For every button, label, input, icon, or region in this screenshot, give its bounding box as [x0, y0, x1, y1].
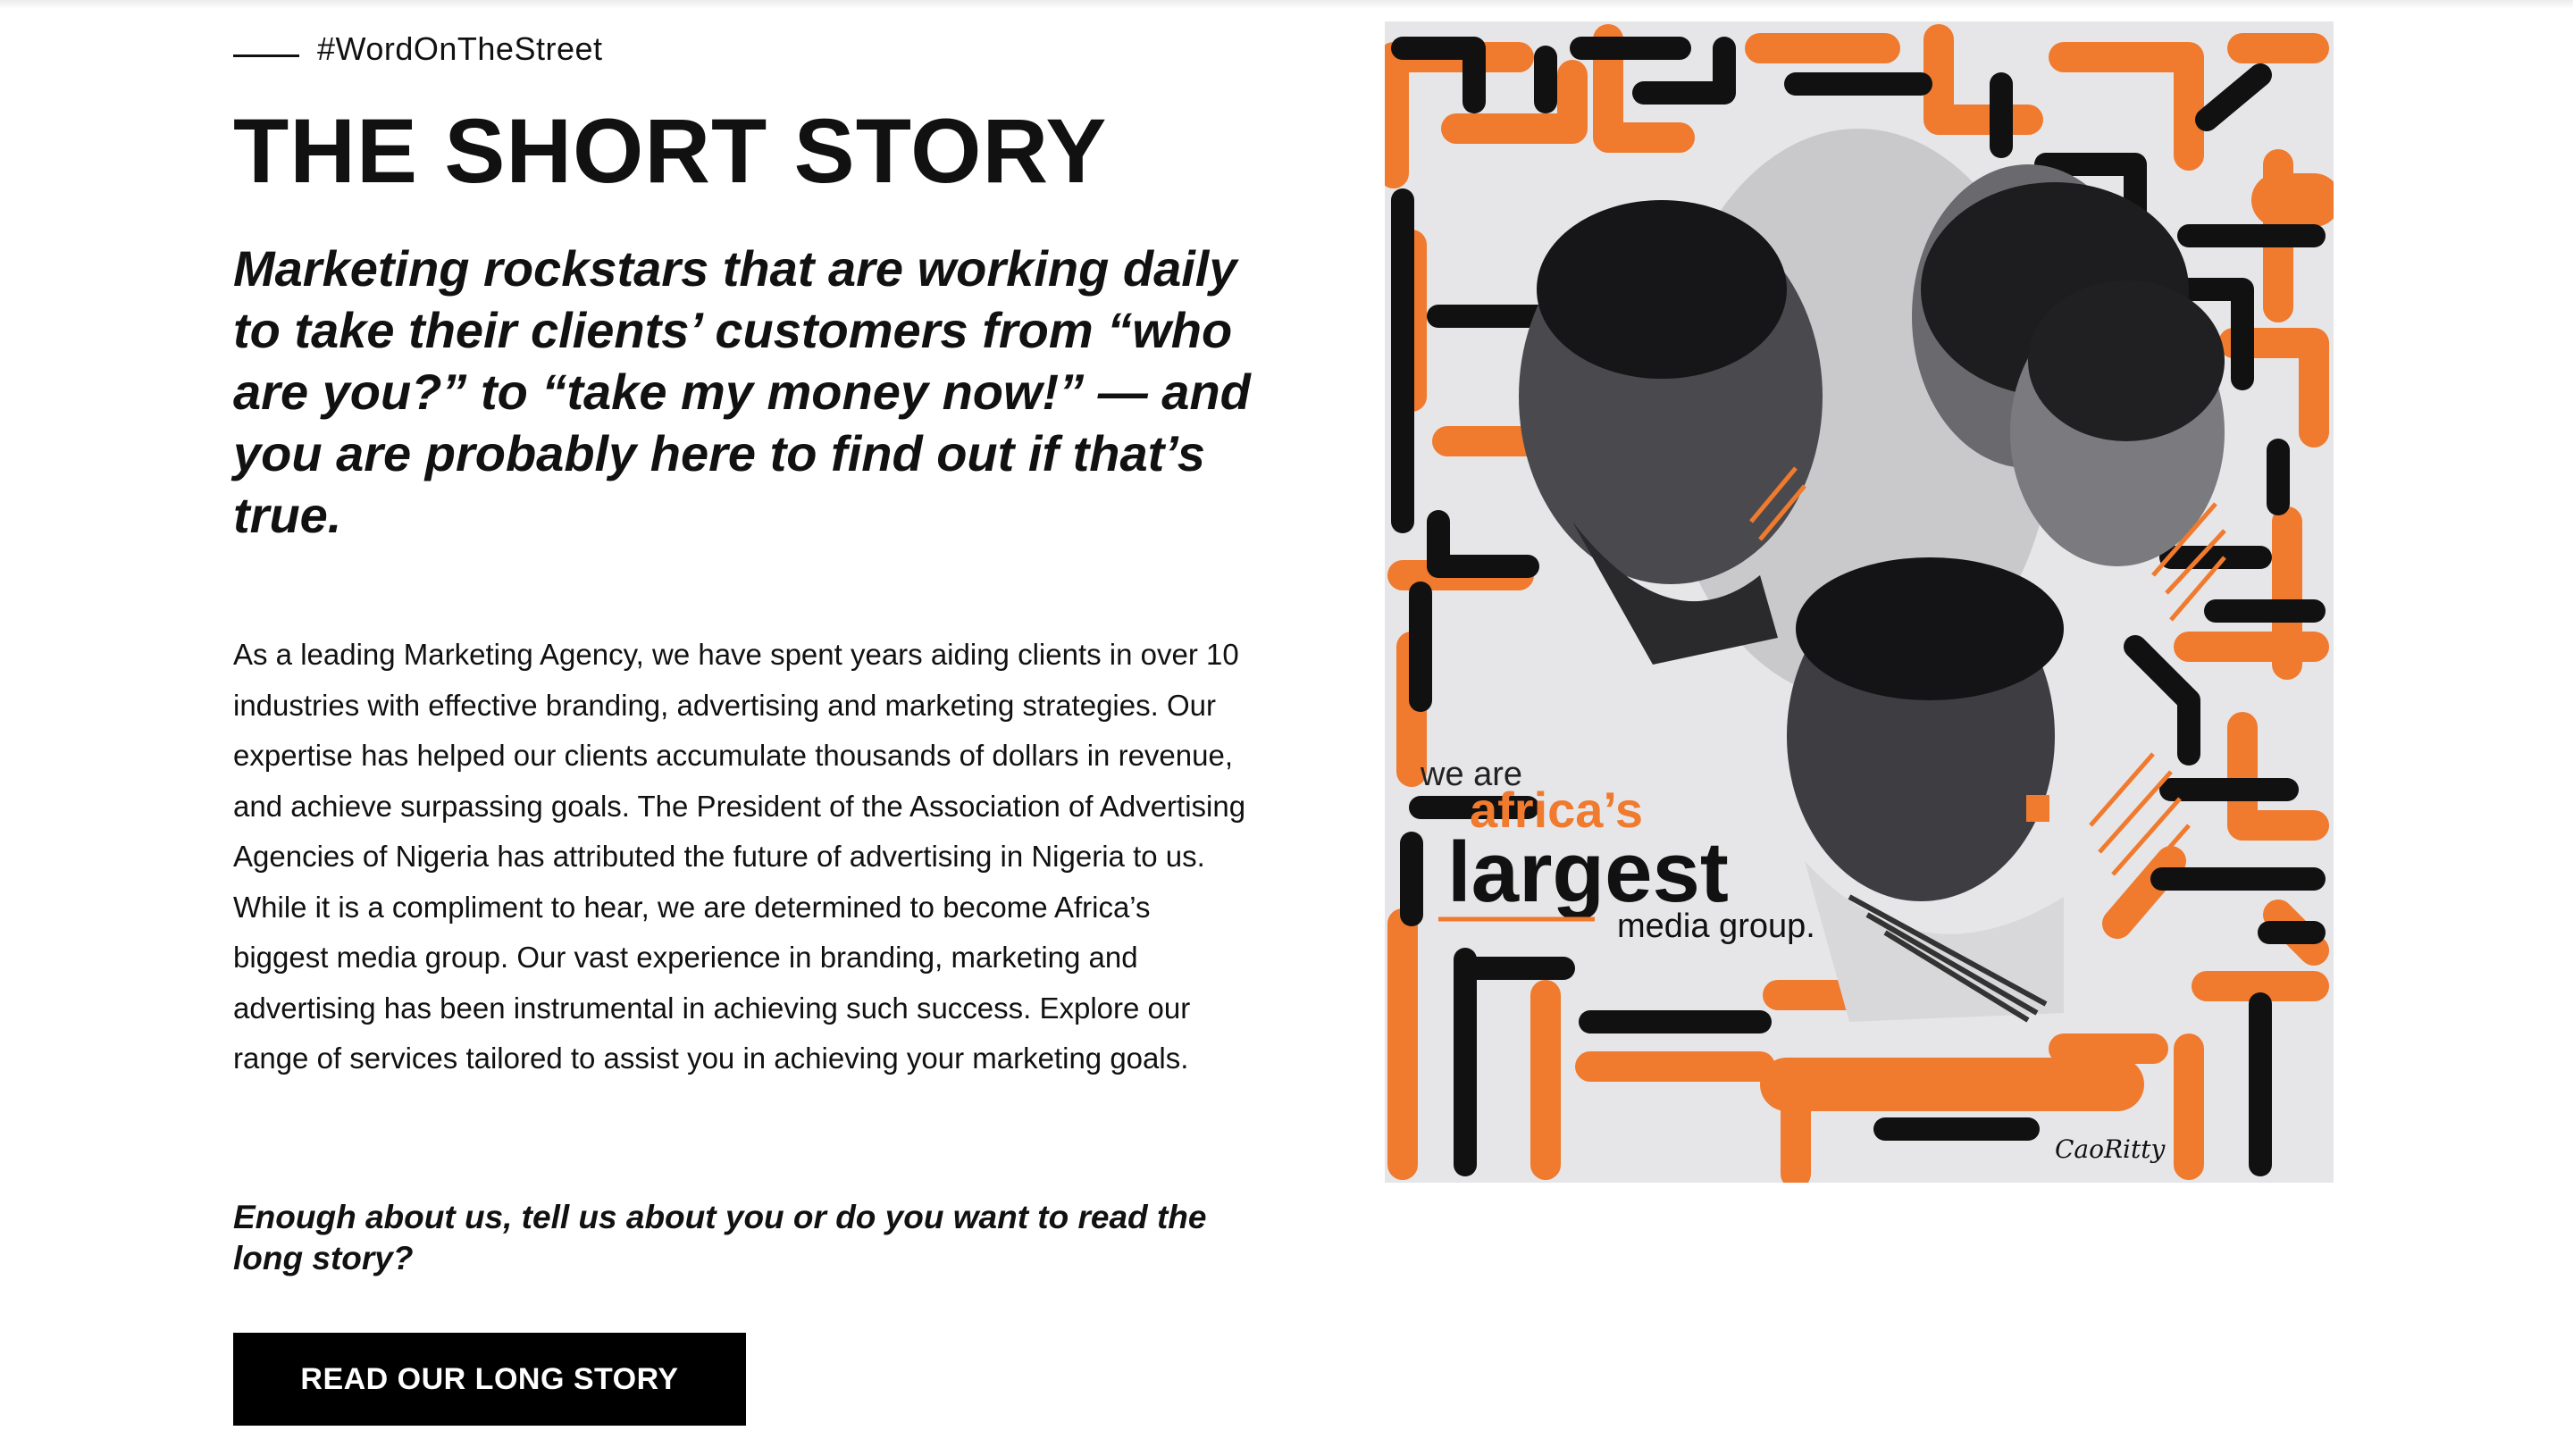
- poster-image: we are africa’s largest media group. Cao…: [1385, 21, 2334, 1183]
- read-long-story-button[interactable]: READ OUR LONG STORY: [233, 1333, 746, 1426]
- tagline-end: media group.: [1617, 908, 1815, 945]
- eyebrow: #WordOnTheStreet: [233, 30, 602, 68]
- eyebrow-rule: [233, 54, 299, 57]
- poster-tagline: we are africa’s largest media group.: [1420, 756, 1815, 945]
- poster-artwork: we are africa’s largest media group. Cao…: [1385, 24, 2334, 1183]
- cta-question: Enough about us, tell us about you or do…: [233, 1199, 1207, 1276]
- signature: CaoRitty: [2055, 1134, 2167, 1164]
- lede-paragraph: Marketing rockstars that are working dai…: [233, 240, 1251, 543]
- top-shadow: [0, 0, 2573, 9]
- tagline-big: largest: [1447, 824, 1729, 920]
- eyebrow-hashtag: #WordOnTheStreet: [317, 30, 603, 67]
- section-title: THE SHORT STORY: [233, 100, 1108, 202]
- body-paragraph: As a leading Marketing Agency, we have s…: [233, 638, 1246, 1075]
